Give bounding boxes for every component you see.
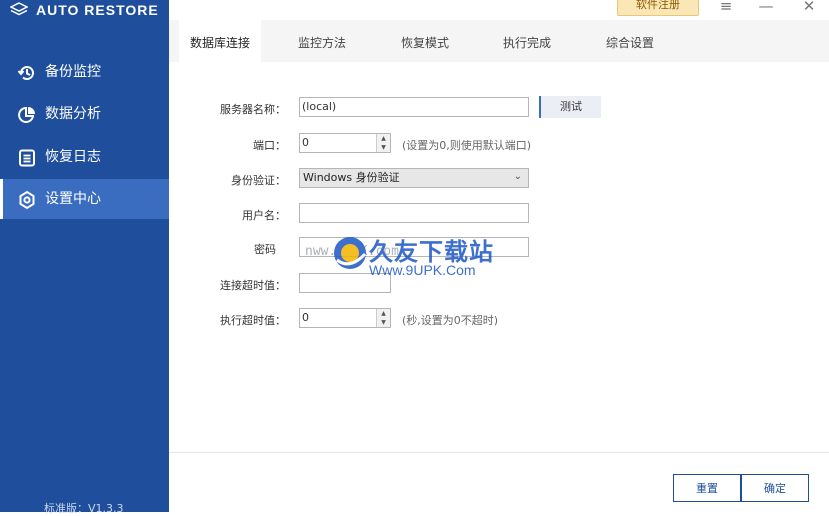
sidebar-item-settings[interactable]: 设置中心: [0, 179, 169, 219]
tab-general-settings[interactable]: 综合设置: [592, 20, 668, 62]
username-input[interactable]: [299, 203, 529, 223]
sidebar-item-backup-monitor[interactable]: 备份监控: [0, 52, 169, 92]
port-value: 0: [302, 136, 309, 149]
exec-timeout-stepper[interactable]: 0 ▲ ▼: [299, 308, 391, 328]
spin-buttons[interactable]: ▲ ▼: [376, 134, 390, 152]
minimize-icon[interactable]: —: [756, 0, 776, 16]
spin-buttons[interactable]: ▲ ▼: [376, 309, 390, 327]
spin-down-icon[interactable]: ▼: [377, 143, 390, 152]
tab-bar: 数据库连接 监控方法 恢复模式 执行完成 综合设置: [169, 20, 829, 62]
footer-divider: [169, 452, 829, 453]
port-hint: (设置为0,则使用默认端口): [402, 139, 532, 152]
pie-chart-icon: [18, 106, 35, 123]
version-label: 标准版：V1.3.3: [44, 502, 124, 515]
exec-timeout-value: 0: [302, 311, 309, 324]
tab-restore-mode[interactable]: 恢复模式: [387, 20, 463, 62]
sidebar-item-data-analysis[interactable]: 数据分析: [0, 94, 169, 134]
test-connection-button[interactable]: 测试: [539, 96, 601, 118]
sidebar-item-label: 恢复日志: [45, 149, 101, 165]
menu-icon[interactable]: ≡: [716, 0, 736, 16]
tab-database-connection[interactable]: 数据库连接: [179, 20, 261, 62]
log-list-icon: [19, 149, 35, 167]
connect-timeout-label: 连接超时值：: [220, 279, 286, 292]
exec-timeout-hint: (秒,设置为0不超时): [402, 314, 499, 327]
reset-button[interactable]: 重置: [673, 474, 741, 502]
auth-selected-value: Windows 身份验证: [303, 171, 400, 184]
sidebar-item-label: 备份监控: [45, 64, 101, 80]
password-label: 密码: [254, 243, 276, 256]
brand: AUTO RESTORE: [10, 0, 159, 20]
server-name-label: 服务器名称：: [220, 103, 286, 116]
register-button[interactable]: 软件注册: [617, 0, 699, 16]
close-icon[interactable]: ✕: [799, 0, 819, 16]
watermark: nww.9UPK.com 久友下载站 Www.9UPK.Com: [305, 232, 535, 288]
sidebar-item-restore-log[interactable]: 恢复日志: [0, 137, 169, 177]
spin-up-icon[interactable]: ▲: [377, 309, 390, 318]
server-name-input[interactable]: (local): [299, 97, 529, 117]
exec-timeout-label: 执行超时值：: [220, 314, 286, 327]
auth-select[interactable]: Windows 身份验证 ⌄: [299, 168, 529, 188]
settings-icon: [19, 190, 35, 210]
watermark-url: Www.9UPK.Com: [369, 262, 476, 278]
auth-label: 身份验证：: [231, 174, 286, 187]
spin-up-icon[interactable]: ▲: [377, 134, 390, 143]
port-stepper[interactable]: 0 ▲ ▼: [299, 133, 391, 153]
confirm-button[interactable]: 确定: [741, 474, 809, 502]
chevron-down-icon: ⌄: [513, 171, 522, 182]
title-bar: 软件注册 ≡ — ✕: [169, 0, 829, 20]
sidebar-item-label: 数据分析: [45, 106, 101, 122]
tab-monitor-method[interactable]: 监控方法: [284, 20, 360, 62]
history-icon: [17, 66, 34, 81]
spin-down-icon[interactable]: ▼: [377, 318, 390, 327]
port-label: 端口：: [253, 139, 286, 152]
layers-logo-icon: [10, 2, 28, 16]
sidebar-item-label: 设置中心: [45, 191, 101, 207]
username-label: 用户名：: [242, 209, 286, 222]
tab-execution-complete[interactable]: 执行完成: [489, 20, 565, 62]
sidebar: AUTO RESTORE 备份监控 数据分析 恢复日志 设置中心 标准版：V1.…: [0, 0, 169, 515]
watermark-logo-icon: [334, 237, 367, 269]
brand-name: AUTO RESTORE: [36, 2, 159, 18]
